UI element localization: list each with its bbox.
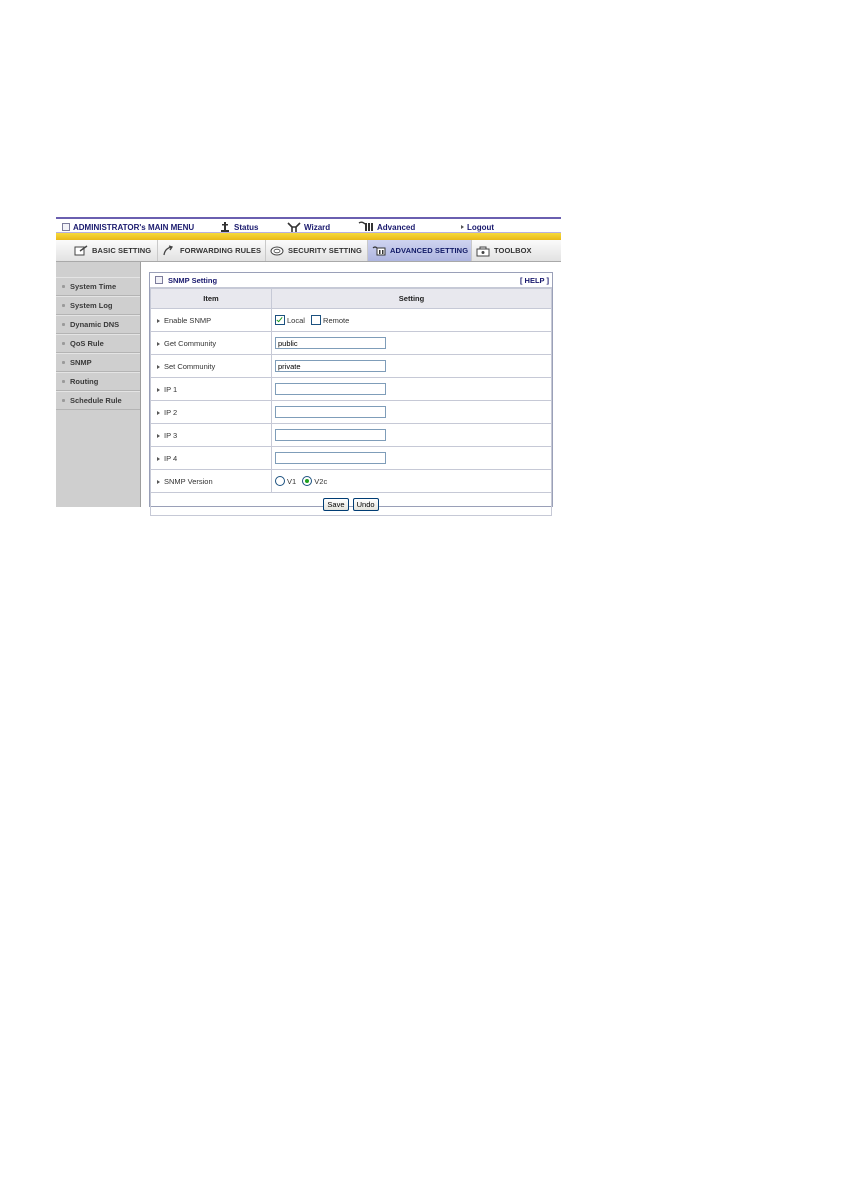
bullet-icon <box>62 323 65 326</box>
advanced-icon <box>358 221 373 231</box>
status-link[interactable]: Status <box>219 221 258 233</box>
column-header-item: Item <box>150 288 272 309</box>
panel-title: SNMP Setting <box>168 275 218 285</box>
main-menu-title[interactable]: ADMINISTRATOR's MAIN MENU <box>62 221 194 233</box>
advanced-setting-icon <box>372 245 386 255</box>
row-label-ip2: IP 2 <box>164 407 178 417</box>
bullet-icon <box>62 342 65 345</box>
bullet-icon <box>62 361 65 364</box>
get-community-input[interactable] <box>275 337 386 349</box>
set-community-input[interactable] <box>275 360 386 372</box>
undo-button[interactable]: Undo <box>352 497 379 511</box>
row-label-set-community: Set Community <box>164 361 216 371</box>
row-arrow-icon <box>157 410 160 415</box>
menu-square-icon <box>62 223 70 231</box>
tab-forwarding-rules[interactable]: FORWARDING RULES <box>157 240 265 261</box>
save-button[interactable]: Save <box>323 497 349 511</box>
table-row: Get Community <box>150 331 552 355</box>
row-arrow-icon <box>157 341 160 346</box>
v2c-label: V2c <box>314 476 328 486</box>
ip3-input[interactable] <box>275 429 386 441</box>
wizard-link[interactable]: Wizard <box>287 221 330 233</box>
row-arrow-icon <box>157 433 160 438</box>
table-row: IP 3 <box>150 423 552 447</box>
remote-checkbox[interactable] <box>311 315 322 325</box>
tab-toolbox[interactable]: TOOLBOX <box>471 240 543 261</box>
status-icon <box>221 222 229 232</box>
sidebar-item-system-time[interactable]: System Time <box>56 277 140 296</box>
row-arrow-icon <box>157 318 160 323</box>
row-arrow-icon <box>157 456 160 461</box>
local-checkbox[interactable] <box>275 315 285 325</box>
sidebar-item-qos-rule[interactable]: QoS Rule <box>56 334 140 353</box>
tab-security-setting[interactable]: SECURITY SETTING <box>265 240 367 261</box>
wizard-icon <box>287 222 301 232</box>
snmp-setting-panel: SNMP Setting [ HELP ] Item Setting Enabl… <box>149 272 553 516</box>
row-arrow-icon <box>157 387 160 392</box>
arrow-right-icon <box>461 225 464 229</box>
table-header-row: Item Setting <box>150 288 552 309</box>
logout-link[interactable]: Logout <box>461 221 494 233</box>
toolbox-icon <box>476 246 490 256</box>
row-label-snmp-version: SNMP Version <box>164 476 213 486</box>
table-row: SNMP Version V1 V2c <box>150 469 552 493</box>
row-label-ip1: IP 1 <box>164 384 178 394</box>
local-label: Local <box>287 315 305 325</box>
row-label-ip4: IP 4 <box>164 453 178 463</box>
security-setting-icon <box>270 246 284 255</box>
table-row: IP 2 <box>150 400 552 424</box>
router-admin-screenshot: ADMINISTRATOR's MAIN MENU Status Wizard … <box>56 217 561 516</box>
table-row: Enable SNMP Local Remote <box>150 308 552 332</box>
ip4-input[interactable] <box>275 452 386 464</box>
sidebar-item-snmp[interactable]: SNMP <box>56 353 140 372</box>
bullet-icon <box>62 380 65 383</box>
yellow-stripe <box>56 233 561 240</box>
bullet-icon <box>62 304 65 307</box>
ip2-input[interactable] <box>275 406 386 418</box>
ip1-input[interactable] <box>275 383 386 395</box>
basic-setting-icon <box>74 244 88 255</box>
sidebar: System Time System Log Dynamic DNS QoS R… <box>56 262 141 507</box>
table-row: IP 4 <box>150 446 552 470</box>
sidebar-item-system-log[interactable]: System Log <box>56 296 140 315</box>
tab-advanced-setting[interactable]: ADVANCED SETTING <box>367 240 471 261</box>
forwarding-rules-icon <box>163 244 174 255</box>
panel-header: SNMP Setting [ HELP ] <box>150 273 552 288</box>
row-label-enable-snmp: Enable SNMP <box>164 315 212 325</box>
bullet-icon <box>62 399 65 402</box>
help-link[interactable]: [ HELP ] <box>520 276 549 285</box>
sidebar-item-dynamic-dns[interactable]: Dynamic DNS <box>56 315 140 334</box>
v2c-radio[interactable] <box>302 476 313 486</box>
bullet-icon <box>62 285 65 288</box>
sidebar-item-schedule-rule[interactable]: Schedule Rule <box>56 391 140 410</box>
v1-radio[interactable] <box>275 476 285 486</box>
row-label-ip3: IP 3 <box>164 430 178 440</box>
table-row: Set Community <box>150 354 552 378</box>
main-menu-bar: ADMINISTRATOR's MAIN MENU Status Wizard … <box>56 217 561 233</box>
row-arrow-icon <box>157 479 160 484</box>
row-arrow-icon <box>157 364 160 369</box>
advanced-link[interactable]: Advanced <box>358 221 415 233</box>
remote-label: Remote <box>323 315 350 325</box>
column-header-setting: Setting <box>271 288 552 309</box>
table-row: IP 1 <box>150 377 552 401</box>
button-row: Save Undo <box>150 492 552 516</box>
row-label-get-community: Get Community <box>164 338 217 348</box>
snmp-settings-table: Item Setting Enable SNMP Local Remote Ge… <box>150 288 552 516</box>
tab-basic-setting[interactable]: BASIC SETTING <box>70 240 157 261</box>
sidebar-item-routing[interactable]: Routing <box>56 372 140 391</box>
panel-square-icon <box>155 276 163 284</box>
v1-label: V1 <box>287 476 297 486</box>
tab-bar: BASIC SETTING FORWARDING RULES SECURITY … <box>56 240 561 262</box>
